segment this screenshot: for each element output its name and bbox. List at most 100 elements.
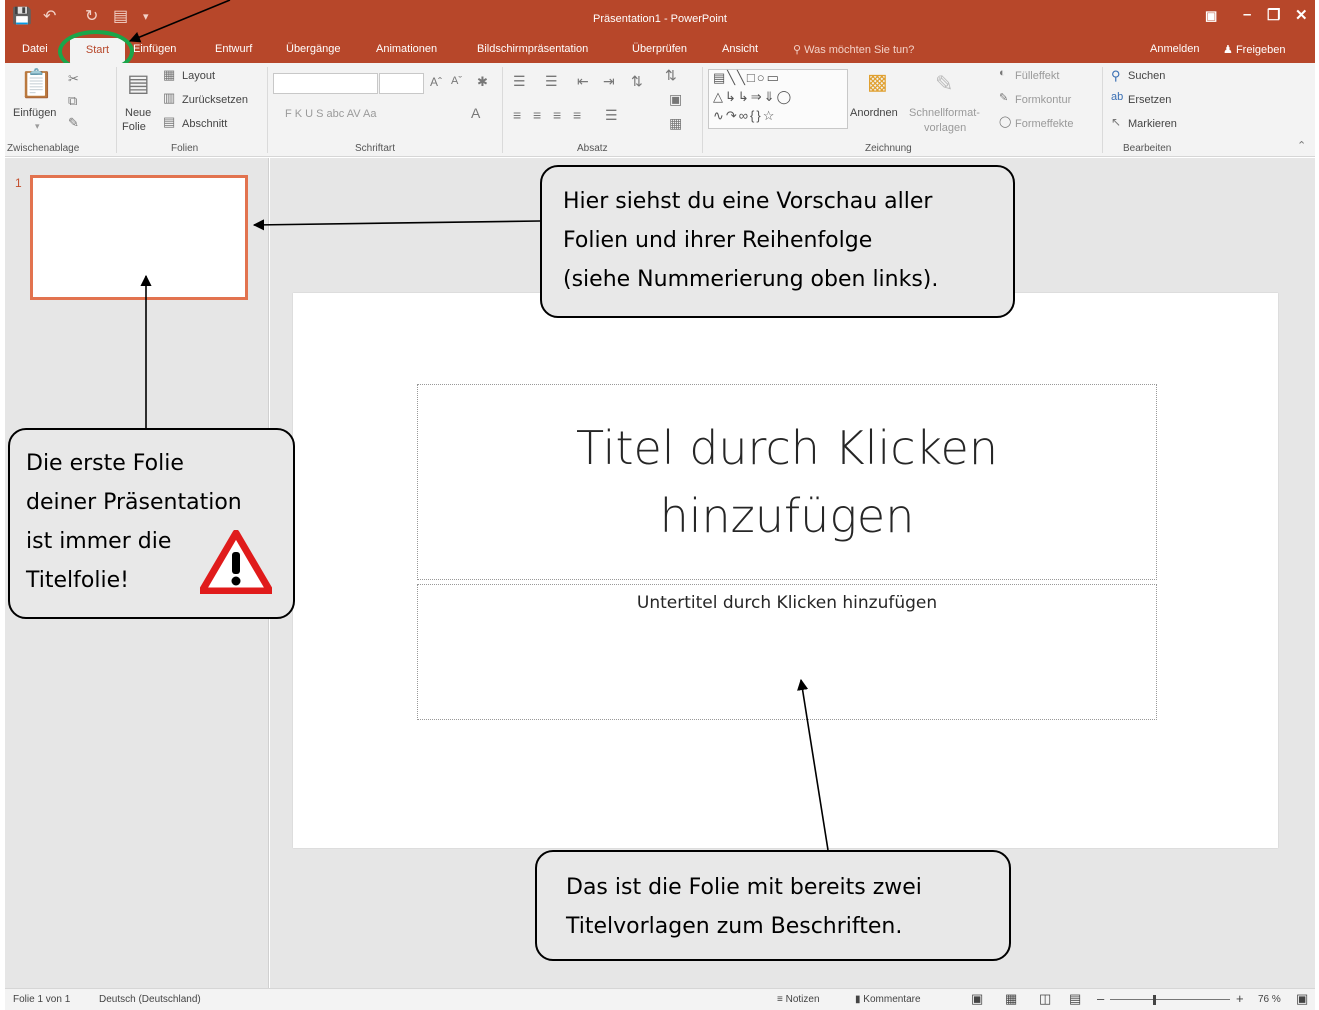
shape-effects-button[interactable]: Formeffekte xyxy=(1015,118,1074,130)
shrink-font-icon[interactable]: Aˇ xyxy=(451,75,462,87)
new-slide-icon[interactable]: ▤ xyxy=(127,69,150,98)
slide-count: Folie 1 von 1 xyxy=(13,994,71,1005)
arrange-button[interactable]: Anordnen xyxy=(850,107,898,119)
group-label-zeichnung: Zeichnung xyxy=(865,143,912,154)
group-label-schriftart: Schriftart xyxy=(355,143,396,154)
arrange-icon[interactable]: ▩ xyxy=(867,69,888,95)
person-icon: ♟ xyxy=(1223,44,1233,56)
layout-button[interactable]: Layout xyxy=(182,70,215,82)
callout-slide: Das ist die Folie mit bereits zwei Titel… xyxy=(535,850,1011,961)
collapse-ribbon-icon[interactable]: ⌃ xyxy=(1297,139,1306,152)
callout-preview-line: (siehe Nummerierung oben links). xyxy=(563,267,939,292)
notes-button[interactable]: ≡ Notizen xyxy=(777,994,820,1005)
zoom-out-icon[interactable]: – xyxy=(1097,991,1104,1006)
align-center-icon[interactable]: ≡ xyxy=(533,107,541,123)
window-title: Präsentation1 - PowerPoint xyxy=(593,13,727,25)
reset-button[interactable]: Zurücksetzen xyxy=(182,94,248,106)
decrease-indent-icon[interactable]: ⇤ xyxy=(577,73,589,90)
align-right-icon[interactable]: ≡ xyxy=(553,107,561,123)
cut-icon[interactable]: ✂ xyxy=(68,71,79,87)
tell-me-search[interactable]: ⚲ Was möchten Sie tun? xyxy=(793,43,914,56)
tab-uebergaenge[interactable]: Übergänge xyxy=(286,43,340,55)
subtitle-placeholder[interactable]: Untertitel durch Klicken hinzufügen xyxy=(417,584,1157,720)
callout-preview-line: Hier siehst du eine Vorschau aller xyxy=(563,189,933,214)
normal-view-icon[interactable]: ▣ xyxy=(971,991,983,1007)
group-label-absatz: Absatz xyxy=(577,143,608,154)
section-button[interactable]: Abschnitt xyxy=(182,118,227,130)
line-spacing-icon[interactable]: ⇅ xyxy=(631,73,643,90)
find-icon: ⚲ xyxy=(1111,68,1121,83)
callout-first-line: deiner Präsentation xyxy=(26,490,242,515)
sign-in-link[interactable]: Anmelden xyxy=(1150,43,1200,55)
find-button[interactable]: Suchen xyxy=(1128,70,1165,82)
fit-to-window-icon[interactable]: ▣ xyxy=(1296,991,1308,1007)
notes-icon: ≡ xyxy=(777,994,783,1005)
zoom-in-icon[interactable]: + xyxy=(1236,991,1244,1006)
new-slide-label-1[interactable]: Neue xyxy=(125,107,151,119)
clear-formatting-icon[interactable]: ✱ xyxy=(477,74,488,90)
text-direction-icon[interactable]: ⇅ xyxy=(665,67,677,84)
close-icon[interactable]: ✕ xyxy=(1295,6,1308,24)
smartart-icon[interactable]: ▦ xyxy=(669,115,682,132)
ribbon-display-options-icon[interactable]: ▣ xyxy=(1205,8,1217,24)
grow-font-icon[interactable]: Aˆ xyxy=(430,75,442,89)
title-placeholder-text: Titel durch Klicken hinzufügen xyxy=(576,421,998,543)
paste-icon[interactable]: 📋 xyxy=(19,67,54,100)
align-left-icon[interactable]: ≡ xyxy=(513,107,521,123)
font-name-combo[interactable] xyxy=(273,73,378,94)
ribbon-tabs: Datei Einfügen Entwurf Übergänge Animati… xyxy=(5,36,1315,63)
callout-preview: Hier siehst du eine Vorschau aller Folie… xyxy=(540,165,1015,318)
tell-me-label: Was möchten Sie tun? xyxy=(804,44,915,56)
quick-styles-label-2[interactable]: vorlagen xyxy=(924,122,966,134)
justify-icon[interactable]: ≡ xyxy=(573,107,581,123)
share-label: Freigeben xyxy=(1235,44,1286,56)
slide-sorter-icon[interactable]: ▦ xyxy=(1005,991,1017,1007)
copy-icon[interactable]: ⧉ xyxy=(68,93,77,109)
select-icon: ↖ xyxy=(1111,115,1122,129)
comments-button[interactable]: ▮ Kommentare xyxy=(855,994,921,1005)
paste-dropdown-icon[interactable]: ▾ xyxy=(35,121,40,132)
title-placeholder[interactable]: Titel durch Klicken hinzufügen xyxy=(417,384,1157,580)
group-divider xyxy=(702,67,703,153)
slide-thumbnail[interactable] xyxy=(30,175,248,300)
tab-ansicht[interactable]: Ansicht xyxy=(722,43,758,55)
paste-button-label[interactable]: Einfügen xyxy=(13,107,56,119)
slideshow-view-icon[interactable]: ▤ xyxy=(1069,991,1081,1007)
quick-styles-label-1[interactable]: Schnellformat- xyxy=(909,107,980,119)
slide-number: 1 xyxy=(15,176,22,190)
increase-indent-icon[interactable]: ⇥ xyxy=(603,73,615,90)
zoom-level[interactable]: 76 % xyxy=(1258,994,1281,1005)
title-bar: 💾 ↶ ↻ ▤ ▾ Präsentation1 - PowerPoint ▣ –… xyxy=(5,0,1315,36)
shapes-row-3-icon[interactable]: ∿↷∞{}☆ xyxy=(713,108,776,124)
tab-einfuegen[interactable]: Einfügen xyxy=(133,43,176,55)
tab-animationen[interactable]: Animationen xyxy=(376,43,437,55)
align-text-icon[interactable]: ▣ xyxy=(669,91,682,108)
numbering-icon[interactable]: ☰ xyxy=(545,73,558,90)
select-button[interactable]: Markieren xyxy=(1128,118,1177,130)
replace-button[interactable]: Ersetzen xyxy=(1128,94,1171,106)
restore-icon[interactable]: ❐ xyxy=(1267,6,1280,24)
share-button[interactable]: ♟ Freigeben xyxy=(1223,43,1285,56)
quick-styles-icon[interactable]: ✎ xyxy=(935,71,953,97)
shape-outline-button[interactable]: Formkontur xyxy=(1015,94,1071,106)
zoom-slider-thumb[interactable] xyxy=(1153,995,1156,1005)
font-color-icon[interactable]: A xyxy=(471,105,480,121)
minimize-icon[interactable]: – xyxy=(1243,6,1251,23)
language-indicator[interactable]: Deutsch (Deutschland) xyxy=(99,994,201,1005)
tab-ueberpruefen[interactable]: Überprüfen xyxy=(632,43,687,55)
shapes-gallery[interactable]: ▤╲╲□○▭ △↳↳⇒⇓◯ ∿↷∞{}☆ xyxy=(708,69,848,129)
tab-entwurf[interactable]: Entwurf xyxy=(215,43,252,55)
shapes-row-2-icon[interactable]: △↳↳⇒⇓◯ xyxy=(713,89,793,105)
bullets-icon[interactable]: ☰ xyxy=(513,73,526,90)
tab-bildschirmpraesentation[interactable]: Bildschirmpräsentation xyxy=(477,43,588,55)
shapes-row-1-icon[interactable]: ▤╲╲□○▭ xyxy=(713,70,781,86)
reading-view-icon[interactable]: ◫ xyxy=(1039,991,1051,1007)
columns-icon[interactable]: ☰ xyxy=(605,107,618,124)
tab-datei[interactable]: Datei xyxy=(22,43,48,55)
font-format-buttons[interactable]: F K U S abc AV Aa xyxy=(285,108,377,120)
zoom-slider[interactable] xyxy=(1110,999,1230,1000)
font-size-combo[interactable] xyxy=(379,73,424,94)
shape-fill-button[interactable]: Fülleffekt xyxy=(1015,70,1059,82)
format-painter-icon[interactable]: ✎ xyxy=(68,115,79,131)
new-slide-label-2[interactable]: Folie xyxy=(122,121,146,133)
